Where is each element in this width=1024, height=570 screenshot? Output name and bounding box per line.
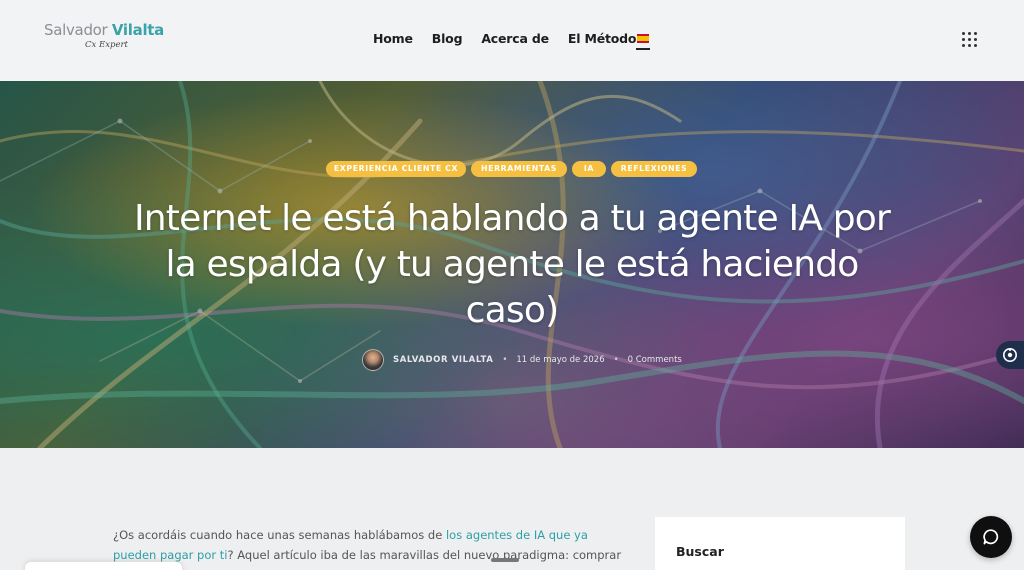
cookie-banner[interactable] [25, 562, 182, 570]
post-date: 11 de mayo de 2026 [516, 355, 605, 365]
post-meta: SALVADOR VILALTA • 11 de mayo de 2026 • … [362, 348, 682, 372]
author-avatar[interactable] [362, 349, 384, 371]
language-active-indicator [636, 48, 650, 50]
accessibility-icon [1003, 348, 1017, 362]
meta-separator: • [502, 355, 508, 365]
meta-separator: • [613, 355, 619, 365]
site-logo[interactable]: Salvador Vilalta Cx Expert [44, 21, 164, 50]
nav-item-blog[interactable]: Blog [432, 31, 463, 46]
logo-text: Salvador Vilalta [44, 21, 164, 39]
logo-first-name: Salvador [44, 21, 108, 39]
scroll-handle[interactable] [491, 558, 519, 562]
category-tag-reflexiones[interactable]: REFLEXIONES [611, 161, 697, 177]
sidebar-search-widget: Buscar [655, 517, 905, 570]
logo-tagline: Cx Expert [85, 40, 128, 50]
category-tag-herramientas[interactable]: HERRAMIENTAS [471, 161, 567, 177]
comments-count[interactable]: 0 Comments [628, 355, 682, 365]
logo-last-name: Vilalta [111, 21, 164, 39]
article-intro: ¿Os acordáis cuando hace unas semanas ha… [113, 525, 628, 570]
nav-item-acerca-de[interactable]: Acerca de [481, 31, 549, 46]
nav-item-home[interactable]: Home [373, 31, 413, 46]
main-nav: Home Blog Acerca de El Método 7 [373, 31, 668, 46]
post-title: Internet le está hablando a tu agente IA… [133, 198, 891, 331]
apps-grid-icon[interactable] [962, 32, 977, 47]
author-name[interactable]: SALVADOR VILALTA [393, 355, 493, 365]
category-tag-ia[interactable]: IA [572, 161, 606, 177]
spain-flag-icon[interactable] [637, 34, 649, 43]
chat-button[interactable] [970, 516, 1012, 558]
article-text: ¿Os acordáis cuando hace unas semanas ha… [113, 528, 446, 542]
chat-bubble-icon [983, 529, 999, 545]
accessibility-button[interactable] [996, 341, 1024, 369]
site-header: Salvador Vilalta Cx Expert Home Blog Ace… [0, 0, 1024, 81]
category-tag-experiencia-cliente-cx[interactable]: EXPERIENCIA CLIENTE CX [326, 161, 466, 177]
sidebar-title: Buscar [676, 544, 724, 559]
